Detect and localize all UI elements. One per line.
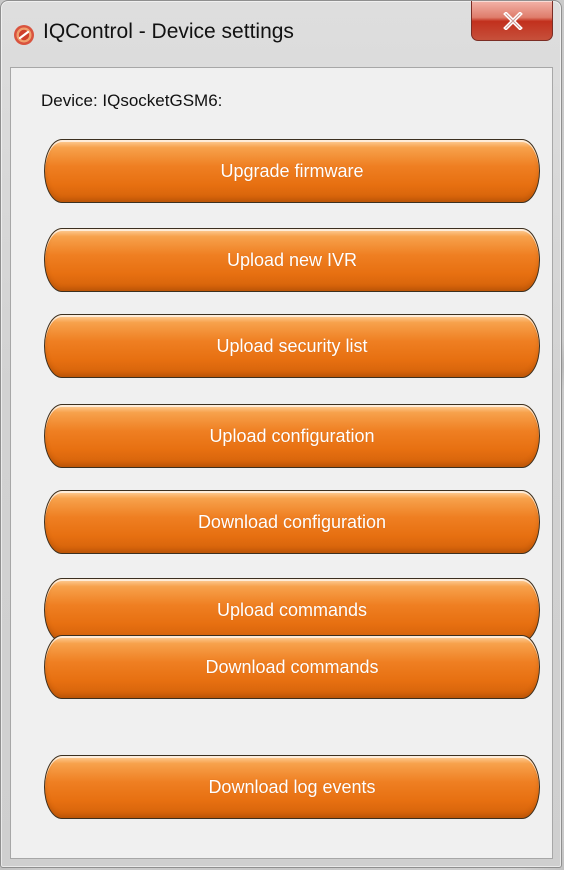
upload-configuration-button[interactable]: Upload configuration [44, 404, 540, 468]
upload-security-list-button[interactable]: Upload security list [44, 314, 540, 378]
upload-configuration-label: Upload configuration [209, 425, 375, 446]
upload-commands-button[interactable]: Upload commands [44, 578, 540, 642]
title-bar[interactable]: IQControl - Device settings [1, 1, 563, 67]
iqcontrol-app-icon [13, 24, 35, 46]
upload-new-ivr-button[interactable]: Upload new IVR [44, 228, 540, 292]
download-commands-button[interactable]: Download commands [44, 635, 540, 699]
close-button[interactable] [471, 1, 553, 41]
upload-commands-label: Upload commands [216, 599, 368, 620]
upload-security-list-label: Upload security list [216, 335, 368, 356]
dialog-content: Device: IQsocketGSM6: Upgrade firmware U… [10, 67, 553, 859]
window-title: IQControl - Device settings [43, 20, 294, 43]
download-commands-label: Download commands [205, 656, 379, 677]
download-configuration-button[interactable]: Download configuration [44, 490, 540, 554]
upload-new-ivr-label: Upload new IVR [226, 249, 358, 270]
upgrade-firmware-button[interactable]: Upgrade firmware [44, 139, 540, 203]
download-log-events-button[interactable]: Download log events [44, 755, 540, 819]
upgrade-firmware-label: Upgrade firmware [220, 160, 364, 181]
download-configuration-label: Download configuration [197, 511, 387, 532]
close-icon [503, 12, 523, 30]
download-log-events-label: Download log events [208, 776, 376, 797]
device-settings-window: IQControl - Device settings Device: IQso… [0, 0, 562, 868]
device-label: Device: IQsocketGSM6: [41, 91, 223, 110]
